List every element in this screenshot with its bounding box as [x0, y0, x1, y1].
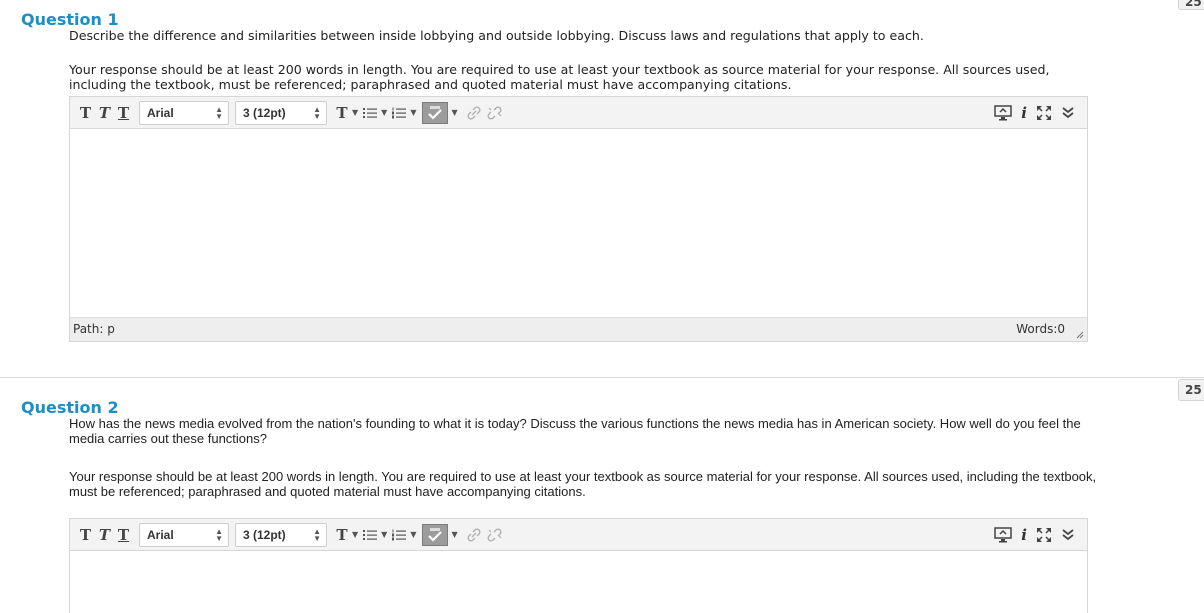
editor-right-tools: i — [994, 519, 1075, 551]
dropdown-caret-icon: ▼ — [410, 530, 417, 539]
question-requirement: Your response should be at least 200 wor… — [69, 469, 1097, 499]
question-text: Describe the difference and similarities… — [69, 28, 924, 43]
font-size-select[interactable]: 3 (12pt) ▲ ▼ — [235, 522, 327, 547]
expand-toolbar-icon[interactable] — [1061, 106, 1075, 120]
answer-editor: T T T Arial ▲ ▼ 3 (12pt) ▲ ▼ T ▼ ▼ — [69, 518, 1088, 613]
question-title: Question 2 — [21, 398, 119, 417]
italic-icon[interactable]: T — [95, 104, 114, 122]
fullscreen-icon[interactable] — [1036, 105, 1052, 121]
question-requirement: Your response should be at least 200 wor… — [69, 62, 1050, 92]
preview-icon[interactable] — [994, 105, 1013, 121]
numbered-list-icon — [392, 529, 407, 540]
editor-statusbar: Path: p Words:0 — [70, 317, 1087, 341]
font-family-select[interactable]: Arial ▲ ▼ — [139, 100, 229, 125]
link-tools — [466, 105, 504, 120]
unlink-icon[interactable] — [486, 105, 504, 120]
spellcheck-button[interactable] — [422, 101, 449, 124]
editor-toolbar: T T T Arial ▲ ▼ 3 (12pt) ▲ ▼ T ▼ ▼ ▼ ▼ i — [70, 97, 1087, 129]
italic-icon[interactable]: T — [95, 526, 114, 544]
select-arrows-icon: ▲ ▼ — [313, 104, 321, 121]
select-arrows-icon: ▲ ▼ — [313, 526, 321, 543]
expand-toolbar-icon[interactable] — [1061, 528, 1075, 542]
bullet-list-icon — [363, 107, 378, 118]
points-badge-q1: 25 — [1178, 0, 1204, 10]
dropdown-caret-icon: ▼ — [381, 530, 388, 539]
font-size-value: 3 (12pt) — [243, 527, 286, 542]
preview-icon[interactable] — [994, 527, 1013, 543]
bullet-list-icon — [363, 529, 378, 540]
font-family-value: Arial — [147, 527, 174, 542]
fullscreen-icon[interactable] — [1036, 527, 1052, 543]
question-text: How has the news media evolved from the … — [69, 416, 1081, 446]
info-icon[interactable]: i — [1021, 104, 1027, 122]
question-title: Question 1 — [21, 10, 119, 29]
font-size-select[interactable]: 3 (12pt) ▲ ▼ — [235, 100, 327, 125]
editor-content-area[interactable] — [70, 129, 1087, 317]
bullet-list-button[interactable]: ▼ — [362, 106, 387, 120]
resize-grip-icon[interactable] — [1074, 329, 1084, 339]
dropdown-caret-icon: ▼ — [352, 108, 359, 117]
spellcheck-icon — [428, 527, 443, 542]
link-tools — [466, 527, 504, 542]
answer-editor: T T T Arial ▲ ▼ 3 (12pt) ▲ ▼ T ▼ ▼ — [69, 96, 1088, 342]
font-family-value: Arial — [147, 105, 174, 120]
font-size-value: 3 (12pt) — [243, 105, 286, 120]
element-path: Path: p — [73, 322, 115, 336]
dropdown-caret-icon: ▼ — [410, 108, 417, 117]
editor-toolbar: T T T Arial ▲ ▼ 3 (12pt) ▲ ▼ T ▼ ▼ ▼ ▼ i — [70, 519, 1087, 551]
select-arrows-icon: ▲ ▼ — [215, 104, 223, 121]
dropdown-caret-icon[interactable]: ▼ — [451, 108, 457, 117]
dropdown-caret-icon[interactable]: ▼ — [451, 530, 457, 539]
select-arrows-icon: ▲ ▼ — [215, 526, 223, 543]
dropdown-caret-icon: ▼ — [352, 530, 359, 539]
text-color-button[interactable]: T ▼ — [335, 104, 358, 122]
points-badge-q2: 25 — [1178, 379, 1204, 401]
info-icon[interactable]: i — [1021, 526, 1027, 544]
underline-icon[interactable]: T — [114, 104, 133, 122]
font-family-select[interactable]: Arial ▲ ▼ — [139, 522, 229, 547]
editor-right-tools: i — [994, 97, 1075, 129]
numbered-list-icon — [392, 107, 407, 118]
bold-icon[interactable]: T — [76, 104, 95, 122]
bold-icon[interactable]: T — [76, 526, 95, 544]
link-icon[interactable] — [466, 105, 482, 120]
editor-content-area[interactable] — [70, 551, 1087, 613]
underline-icon[interactable]: T — [114, 526, 133, 544]
question-divider — [0, 377, 1204, 378]
numbered-list-button[interactable]: ▼ — [391, 528, 416, 542]
text-color-icon: T — [336, 525, 348, 544]
text-color-icon: T — [336, 103, 348, 122]
bullet-list-button[interactable]: ▼ — [362, 528, 387, 542]
numbered-list-button[interactable]: ▼ — [391, 106, 416, 120]
spellcheck-icon — [428, 105, 443, 120]
spellcheck-button[interactable] — [422, 523, 449, 546]
link-icon[interactable] — [466, 527, 482, 542]
word-count: Words:0 — [1016, 322, 1065, 336]
dropdown-caret-icon: ▼ — [381, 108, 388, 117]
unlink-icon[interactable] — [486, 527, 504, 542]
text-color-button[interactable]: T ▼ — [335, 526, 358, 544]
